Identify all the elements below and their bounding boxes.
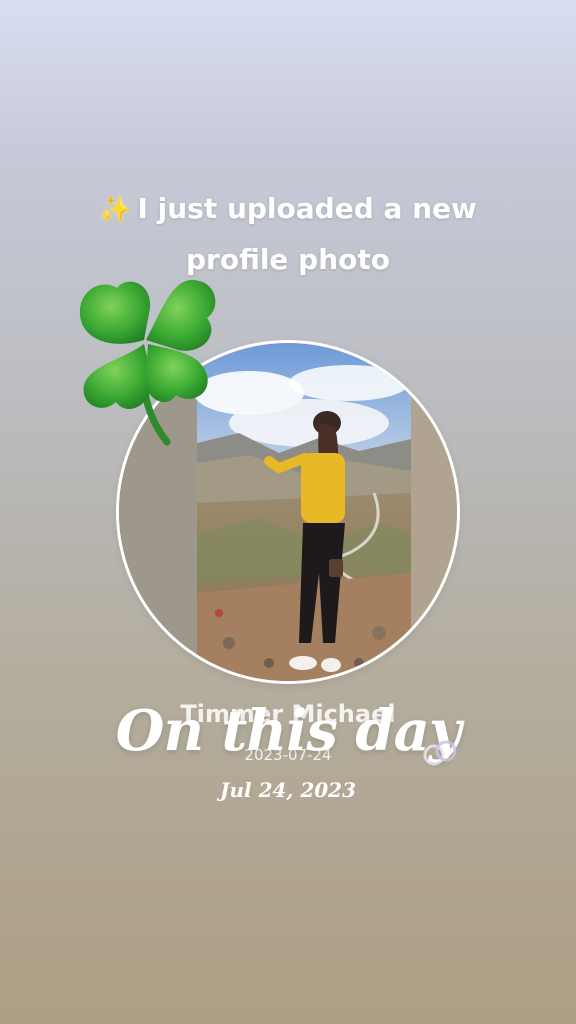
headline-text-1: I just uploaded a new xyxy=(137,192,477,225)
four-leaf-clover-icon xyxy=(79,280,216,446)
headline-line-1: ✨ I just uploaded a new xyxy=(0,184,576,235)
memory-title: On this day xyxy=(115,698,462,764)
memory-date: Jul 24, 2023 xyxy=(220,778,356,802)
sparkles-icon: ✨ xyxy=(99,195,132,225)
rings-icon xyxy=(423,740,457,766)
